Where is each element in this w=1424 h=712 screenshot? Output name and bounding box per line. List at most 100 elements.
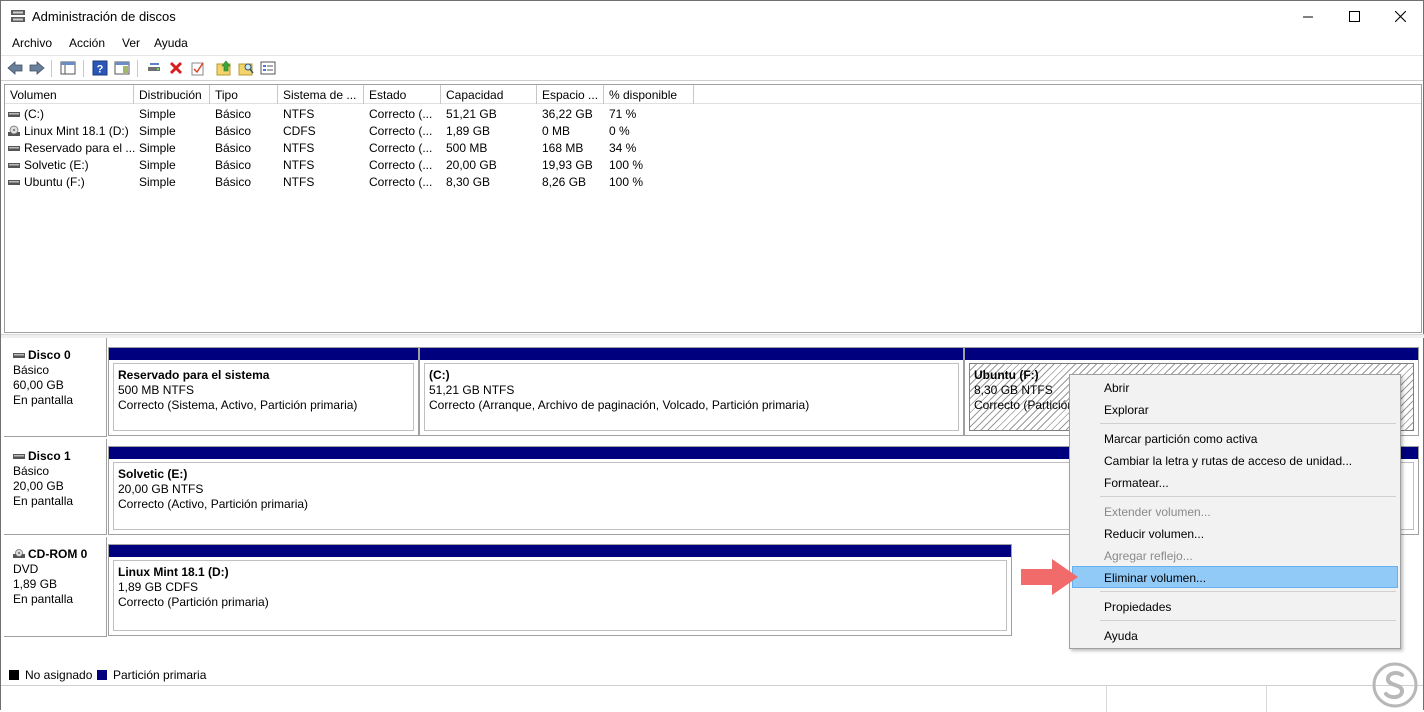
delete-button[interactable] xyxy=(167,59,185,77)
column-header-capacidad[interactable]: Capacidad xyxy=(441,85,537,104)
partition-name: Ubuntu (F:) xyxy=(974,368,1039,382)
cell-sistema-archivos: NTFS xyxy=(283,175,315,189)
legend: No asignado Partición primaria xyxy=(4,666,1422,684)
search-folder-button[interactable] xyxy=(237,59,255,77)
cell-porcentaje: 71 % xyxy=(609,107,637,121)
minimize-icon xyxy=(1302,16,1313,18)
toolbar: ? xyxy=(1,55,1423,81)
menu-accion[interactable]: Acción xyxy=(69,36,105,50)
menu-item-agregar-reflejo: Agregar reflejo... xyxy=(1104,549,1193,563)
partition-reservado-sistema[interactable]: Reservado para el sistema 500 MB NTFS Co… xyxy=(108,347,419,436)
cell-volumen: Ubuntu (F:) xyxy=(8,175,85,189)
menu-item-explorar[interactable]: Explorar xyxy=(1072,398,1398,420)
cell-distribucion: Simple xyxy=(139,158,176,172)
table-row[interactable]: Linux Mint 18.1 (D:) Simple Básico CDFS Corr… xyxy=(5,122,1421,139)
forward-arrow-icon xyxy=(29,61,45,75)
menu-item-abrir[interactable]: Abrir xyxy=(1072,376,1398,398)
menu-item-eliminar-volumen[interactable]: Eliminar volumen... xyxy=(1072,566,1398,588)
cell-capacidad: 20,00 GB xyxy=(446,158,497,172)
menu-item-cambiar-letra[interactable]: Cambiar la letra y rutas de acceso de un… xyxy=(1072,449,1398,471)
check-button[interactable] xyxy=(189,59,207,77)
drive-icon xyxy=(8,146,20,151)
context-menu: Abrir Explorar Marcar partición como act… xyxy=(1069,374,1401,649)
menu-item-formatear[interactable]: Formatear... xyxy=(1072,471,1398,493)
volume-name: Solvetic (E:) xyxy=(24,158,89,172)
svg-text:?: ? xyxy=(97,64,104,76)
cell-distribucion: Simple xyxy=(139,175,176,189)
toolbar-separator xyxy=(83,60,84,77)
column-header-porcentaje-disponible[interactable]: % disponible xyxy=(604,85,694,104)
cell-tipo: Básico xyxy=(215,107,252,121)
cell-porcentaje: 0 % xyxy=(609,124,630,138)
cell-tipo: Básico xyxy=(215,124,252,138)
checklist-icon xyxy=(191,62,204,76)
menu-ver[interactable]: Ver xyxy=(122,36,140,50)
list-view-button[interactable] xyxy=(259,59,277,77)
menu-item-marcar-activa[interactable]: Marcar partición como activa xyxy=(1072,427,1398,449)
menu-item-extender-volumen: Extender volumen... xyxy=(1104,505,1211,519)
forward-button[interactable] xyxy=(28,59,46,77)
menu-item-propiedades[interactable]: Propiedades xyxy=(1072,595,1398,617)
status-bar xyxy=(1,685,1423,712)
cdrom-0-label[interactable]: CD-ROM 0 DVD 1,89 GB En pantalla xyxy=(4,537,107,637)
disk-status: En pantalla xyxy=(13,393,74,407)
partition-c[interactable]: (C:) 51,21 GB NTFS Correcto (Arranque, A… xyxy=(419,347,964,436)
volume-list-header: Volumen Distribución Tipo Sistema de ...… xyxy=(5,85,1421,104)
connect-disk-button[interactable] xyxy=(145,59,163,77)
close-button[interactable] xyxy=(1377,1,1423,32)
back-button[interactable] xyxy=(6,59,24,77)
pointer-arrow-icon xyxy=(1021,559,1078,595)
cell-capacidad: 51,21 GB xyxy=(446,107,497,121)
menu-bar: Archivo Acción Ver Ayuda xyxy=(1,33,1423,53)
column-header-tipo[interactable]: Tipo xyxy=(210,85,278,104)
disk-1-label[interactable]: Disco 1 Básico 20,00 GB En pantalla xyxy=(4,439,107,535)
cell-tipo: Básico xyxy=(215,158,252,172)
column-header-distribucion[interactable]: Distribución xyxy=(134,85,210,104)
properties-pane-button[interactable] xyxy=(113,59,131,77)
menu-archivo[interactable]: Archivo xyxy=(12,36,52,50)
column-header-estado[interactable]: Estado xyxy=(364,85,441,104)
disk-size: 60,00 GB xyxy=(13,378,64,392)
disk-type: DVD xyxy=(13,562,39,576)
cell-volumen: Linux Mint 18.1 (D:) xyxy=(8,124,129,138)
cell-tipo: Básico xyxy=(215,141,252,155)
column-header-volumen[interactable]: Volumen xyxy=(5,85,134,104)
volume-list: Volumen Distribución Tipo Sistema de ...… xyxy=(4,84,1422,333)
cell-volumen: Reservado para el ... xyxy=(8,141,135,155)
legend-swatch-unallocated xyxy=(9,670,19,680)
maximize-button[interactable] xyxy=(1331,1,1377,32)
partition-size: 51,21 GB NTFS xyxy=(429,383,515,397)
disk-size: 1,89 GB xyxy=(13,577,58,591)
column-header-espacio-disponible[interactable]: Espacio ... xyxy=(537,85,604,104)
column-header-sistema-archivos[interactable]: Sistema de ... xyxy=(278,85,364,104)
minimize-button[interactable] xyxy=(1285,1,1331,32)
menu-item-ayuda[interactable]: Ayuda xyxy=(1072,624,1398,646)
cell-volumen: (C:) xyxy=(8,107,44,121)
table-row[interactable]: Solvetic (E:) Simple Básico NTFS Correcto (.… xyxy=(5,156,1421,173)
table-row[interactable]: (C:) Simple Básico NTFS Correcto (... 51,21 G… xyxy=(5,105,1421,122)
primary-partition-bar xyxy=(420,348,963,360)
help-icon: ? xyxy=(92,60,108,76)
menu-item-reducir-volumen[interactable]: Reducir volumen... xyxy=(1072,522,1398,544)
partition-status: Correcto (Partición xyxy=(974,398,1075,412)
table-row[interactable]: Ubuntu (F:) Simple Básico NTFS Correcto (...… xyxy=(5,173,1421,190)
cell-capacidad: 8,30 GB xyxy=(446,175,491,189)
watermark-logo-icon xyxy=(1372,662,1418,708)
cell-porcentaje: 100 % xyxy=(609,175,644,189)
help-button[interactable]: ? xyxy=(91,59,109,77)
back-arrow-icon xyxy=(7,61,23,75)
table-row[interactable]: Reservado para el ... Simple Básico NTFS Cor… xyxy=(5,139,1421,156)
partition-linux-mint-d[interactable]: Linux Mint 18.1 (D:) 1,89 GB CDFS Correc… xyxy=(108,544,1012,636)
show-hide-tree-button[interactable] xyxy=(59,59,77,77)
disk-0-label[interactable]: Disco 0 Básico 60,00 GB En pantalla xyxy=(4,338,107,437)
cell-sistema-archivos: CDFS xyxy=(283,124,316,138)
legend-label-unallocated: No asignado xyxy=(25,668,93,682)
up-folder-button[interactable] xyxy=(215,59,233,77)
menu-ayuda[interactable]: Ayuda xyxy=(154,36,188,50)
disk-icon xyxy=(13,454,25,459)
menu-separator xyxy=(1100,591,1396,592)
disk-name: Disco 0 xyxy=(28,348,71,362)
partition-body: (C:) 51,21 GB NTFS Correcto (Arranque, A… xyxy=(424,363,959,431)
close-icon xyxy=(1394,11,1406,22)
drive-icon xyxy=(8,180,20,185)
